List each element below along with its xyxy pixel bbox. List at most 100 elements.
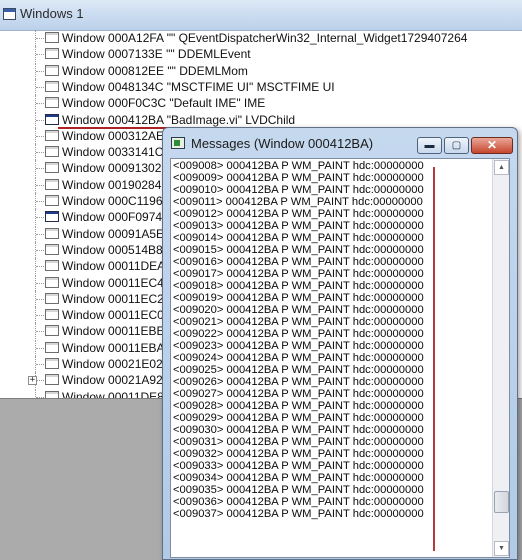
window-icon [45,178,59,190]
window-icon [45,129,59,141]
tree-row-label: Window 000812EE "" DDEMLMom [62,63,248,78]
tree-connector-line [36,331,44,333]
tree-connector-line [36,282,44,284]
messages-list-panel: <009008> 000412BA P WM_PAINT hdc:0000000… [170,158,510,558]
tree-row-label: Window 00021A92 " [62,373,171,388]
message-line: <009030> 000412BA P WM_PAINT hdc:0000000… [173,424,424,436]
message-line: <009027> 000412BA P WM_PAINT hdc:0000000… [173,388,424,400]
window-icon [3,8,16,20]
tree-row-label: Window 00011EC2 " [62,291,172,306]
tree-connector-line [36,135,44,137]
tree-row-label: Window 00011EC4 " [62,275,172,290]
tree-connector-line [36,184,44,186]
tree-row-label: Window 0007133E "" DDEMLEvent [62,47,251,62]
window-dark-icon [45,113,59,125]
window-icon [45,276,59,288]
tree-row-label: Window 00011DE8 " [62,389,172,398]
scrollbar-thumb[interactable] [494,491,509,514]
tree-row[interactable]: Window 000412BA "BadImage.vi" LVDChild [0,111,522,129]
message-line: <009034> 000412BA P WM_PAINT hdc:0000000… [173,472,424,484]
message-line: <009023> 000412BA P WM_PAINT hdc:0000000… [173,340,424,352]
tree-row-label: Window 00021E02 " [62,357,171,371]
minimize-button[interactable]: ▬ [417,137,442,154]
message-line: <009031> 000412BA P WM_PAINT hdc:0000000… [173,436,424,448]
tree-connector-line [36,249,44,251]
windows-tree-titlebar[interactable]: Windows 1 [0,0,522,31]
tree-row-label: Window 000F0974 " [62,210,170,225]
tree-connector-line [36,315,44,317]
message-line: <009012> 000412BA P WM_PAINT hdc:0000000… [173,208,424,220]
tree-row[interactable]: Window 0007133E "" DDEMLEvent [0,46,522,63]
tree-connector-line [36,201,44,202]
vertical-scrollbar[interactable]: ▲ ▼ [492,159,509,557]
tree-row-label: Window 00091302 " [62,161,169,176]
tree-row-label: Window 00011DEA " [62,259,173,274]
scroll-up-button[interactable]: ▲ [494,160,509,175]
window-icon [45,374,59,386]
message-line: <009010> 000412BA P WM_PAINT hdc:0000000… [173,184,424,196]
messages-titlebar[interactable]: Messages (Window 000412BA) ▬ ▢ ✕ [163,128,517,158]
message-line: <009015> 000412BA P WM_PAINT hdc:0000000… [173,244,424,256]
tree-connector-line [36,168,44,170]
window-icon [45,32,59,43]
window-icon [45,97,59,109]
message-line: <009026> 000412BA P WM_PAINT hdc:0000000… [173,376,424,388]
maximize-button[interactable]: ▢ [444,137,469,154]
tree-connector-line [36,380,44,382]
tree-row-label: Window 000514B8 " [62,242,171,257]
message-line: <009029> 000412BA P WM_PAINT hdc:0000000… [173,412,424,424]
message-line: <009018> 000412BA P WM_PAINT hdc:0000000… [173,280,424,292]
message-line: <009013> 000412BA P WM_PAINT hdc:0000000… [173,220,424,232]
tree-connector-line [36,266,44,268]
window-icon [45,48,59,60]
message-line: <009014> 000412BA P WM_PAINT hdc:0000000… [173,232,424,244]
message-line: <009017> 000412BA P WM_PAINT hdc:0000000… [173,268,424,280]
tree-connector-line [36,152,44,154]
tree-connector-line [36,86,44,88]
tree-connector-line [36,364,44,365]
windows-tree-title: Windows 1 [20,6,84,21]
tree-row-label: Window 00011EBE " [62,324,173,339]
tree-row[interactable]: Window 000812EE "" DDEMLMom [0,62,522,79]
message-line: <009009> 000412BA P WM_PAINT hdc:0000000… [173,172,424,184]
tree-row-label: Window 000C1196 " [62,194,171,208]
message-line: <009033> 000412BA P WM_PAINT hdc:0000000… [173,460,424,472]
window-icon [45,358,59,369]
tree-row-label: Window 00011EBA " [62,340,172,355]
close-button[interactable]: ✕ [471,137,513,154]
messages-app-icon [171,137,185,149]
tree-connector-line [36,119,44,121]
window-icon [45,292,59,304]
message-line: <009019> 000412BA P WM_PAINT hdc:0000000… [173,292,424,304]
tree-row-label: Window 00190284 " [62,177,169,192]
tree-connector-line [36,298,44,300]
tree-connector-line [36,396,44,398]
message-line: <009008> 000412BA P WM_PAINT hdc:0000000… [173,160,424,172]
message-line: <009016> 000412BA P WM_PAINT hdc:0000000… [173,256,424,268]
tree-connector-line [36,233,44,235]
message-line: <009035> 000412BA P WM_PAINT hdc:0000000… [173,484,424,496]
window-icon [45,162,59,174]
tree-connector-line [36,70,44,72]
expand-icon[interactable]: + [28,376,37,386]
message-line: <009011> 000412BA P WM_PAINT hdc:0000000… [173,196,423,208]
tree-connector-line [36,103,44,105]
message-line: <009037> 000412BA P WM_PAINT hdc:0000000… [173,508,424,520]
message-line: <009032> 000412BA P WM_PAINT hdc:0000000… [173,448,424,460]
scroll-down-button[interactable]: ▼ [494,541,509,556]
tree-row-label: Window 000312AE " [62,128,172,143]
window-icon [45,341,59,353]
window-icon [45,64,59,76]
window-icon [45,195,59,206]
tree-row[interactable]: Window 0048134C "MSCTFIME UI" MSCTFIME U… [0,78,522,95]
message-line: <009022> 000412BA P WM_PAINT hdc:0000000… [173,328,424,340]
messages-window: Messages (Window 000412BA) ▬ ▢ ✕ <009008… [162,127,518,560]
message-line: <009028> 000412BA P WM_PAINT hdc:0000000… [173,400,424,412]
tree-row[interactable]: Window 000A12FA "" QEventDispatcherWin32… [0,30,522,46]
messages-list[interactable]: <009008> 000412BA P WM_PAINT hdc:0000000… [173,160,491,556]
tree-connector-line [36,347,44,349]
window-icon [45,146,59,158]
message-line: <009025> 000412BA P WM_PAINT hdc:0000000… [173,364,424,376]
tree-row-label: Window 00011EC0 " [62,308,172,323]
tree-row[interactable]: Window 000F0C3C "Default IME" IME [0,95,522,112]
